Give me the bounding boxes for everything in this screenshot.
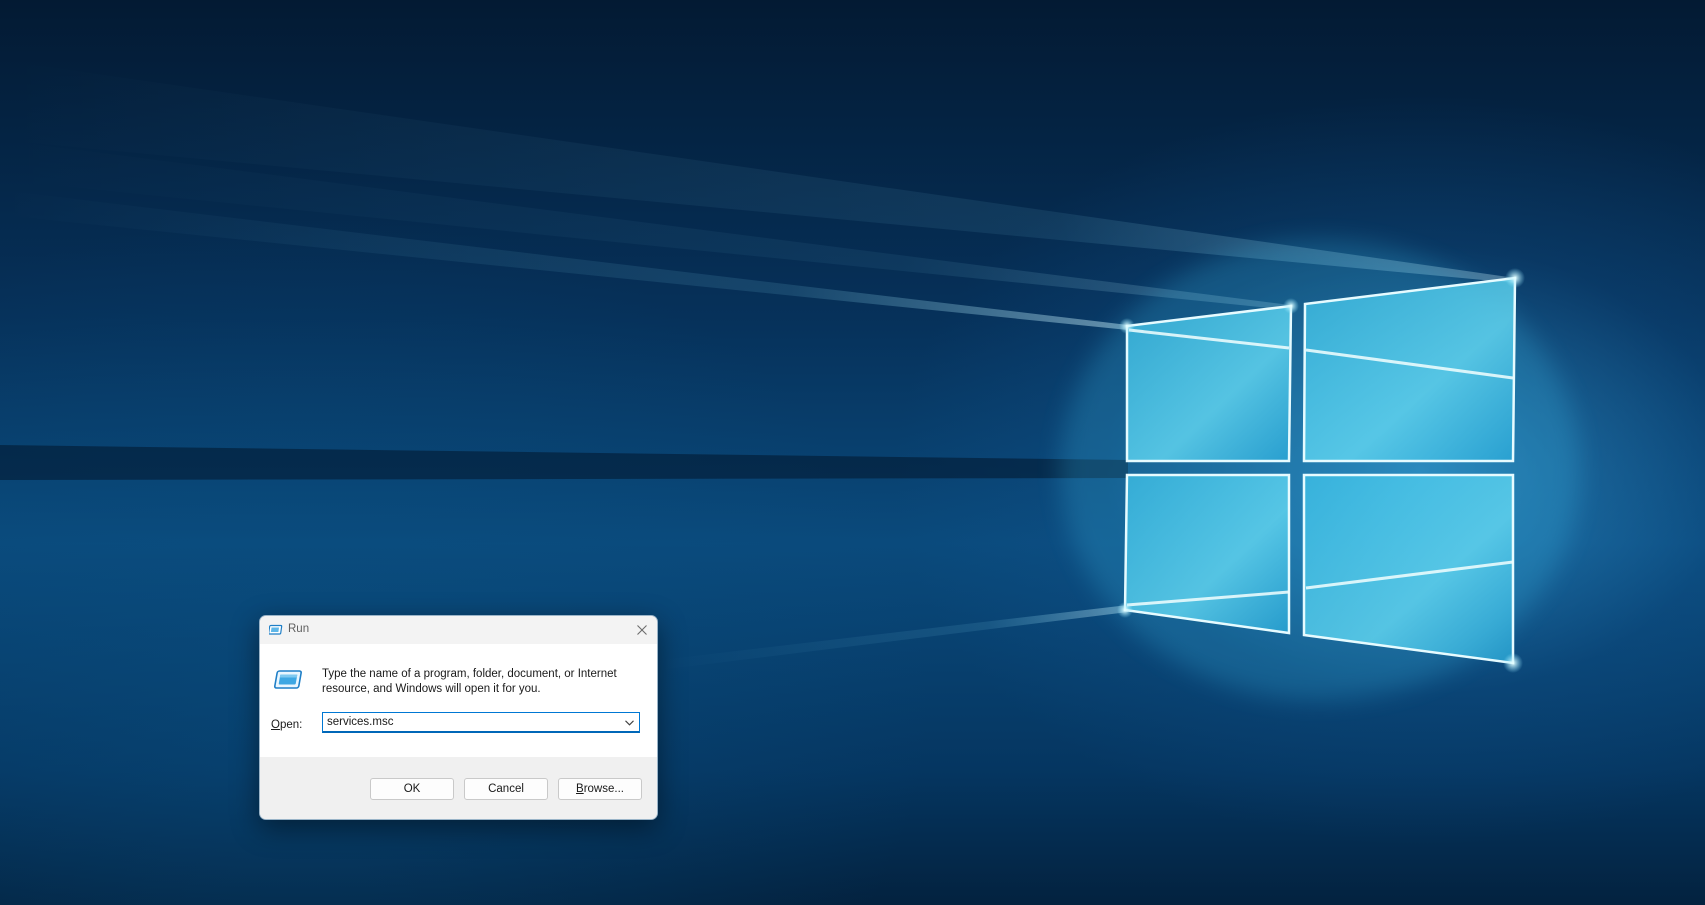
open-label-mnemonic: O [271, 719, 280, 731]
run-icon [272, 668, 302, 692]
ok-button[interactable]: OK [370, 778, 454, 800]
open-input[interactable]: services.msc [327, 716, 393, 728]
glint [1503, 653, 1523, 673]
window-title: Run [288, 623, 310, 635]
browse-button[interactable]: Browse... [558, 778, 642, 800]
glint [1283, 298, 1299, 314]
glint [1505, 268, 1525, 288]
window-pane-bottom-left [1123, 473, 1291, 635]
window-pane-top-left [1125, 304, 1293, 463]
cancel-button[interactable]: Cancel [464, 778, 548, 800]
light-beam [660, 605, 1128, 670]
title-bar[interactable]: Run [260, 616, 657, 644]
dropdown-button[interactable] [621, 714, 637, 731]
open-label: Open: [271, 719, 302, 731]
dialog-description: Type the name of a program, folder, docu… [322, 668, 617, 695]
run-dialog: Run Type the name of a program, folder, … [259, 615, 658, 820]
run-icon [268, 624, 283, 636]
windows-logo-wallpaper [0, 60, 1580, 700]
desktop-wallpaper [0, 0, 1705, 905]
glint [1119, 318, 1135, 334]
dialog-footer: OK Cancel Browse... [260, 757, 657, 819]
chevron-down-icon [624, 719, 634, 726]
close-button[interactable] [633, 621, 651, 639]
glint [1117, 602, 1133, 618]
open-label-text: pen: [279, 719, 303, 731]
open-combobox[interactable]: services.msc [322, 712, 640, 733]
browse-label: rowse... [583, 783, 624, 795]
window-pane-bottom-right [1302, 473, 1515, 665]
close-icon [637, 625, 647, 635]
dialog-content: Type the name of a program, folder, docu… [260, 644, 657, 757]
shadow-band [0, 445, 1128, 480]
window-pane-top-right [1302, 276, 1517, 463]
browse-mnemonic: B [576, 783, 584, 795]
